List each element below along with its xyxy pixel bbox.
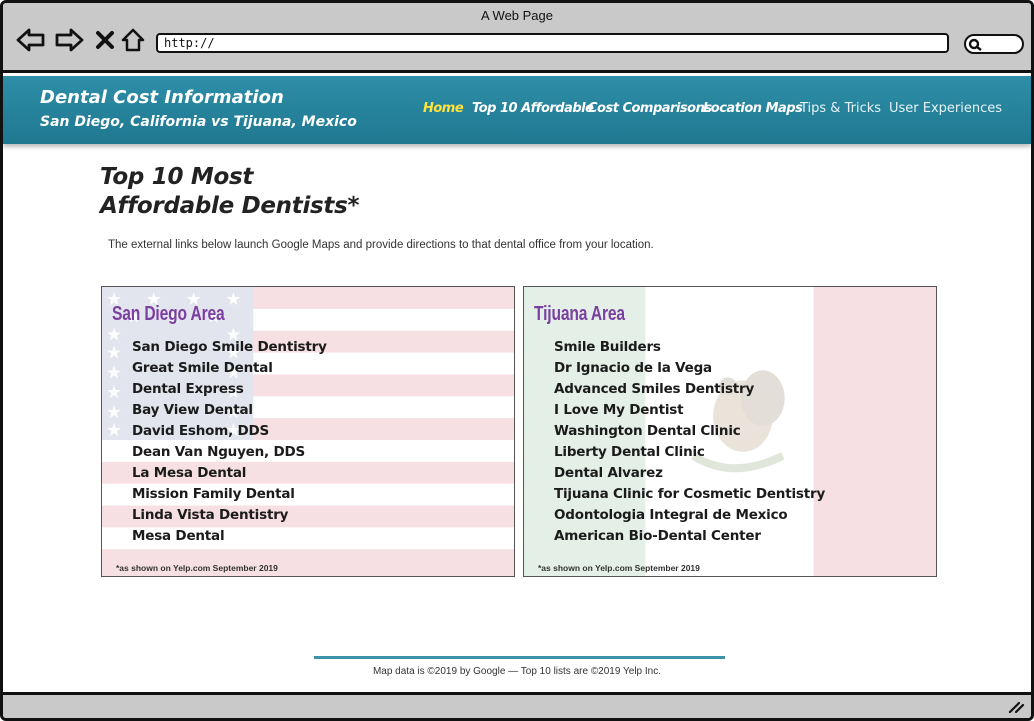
dentist-link[interactable]: Dental Express xyxy=(132,379,327,400)
san-diego-heading: San Diego Area xyxy=(112,303,225,325)
dentist-link[interactable]: David Eshom, DDS xyxy=(132,421,327,442)
close-x-icon[interactable] xyxy=(90,25,120,55)
browser-toolbar: A Web Page http:// xyxy=(3,3,1031,73)
yelp-note: *as shown on Yelp.com September 2019 xyxy=(538,563,700,573)
dentist-link[interactable]: San Diego Smile Dentistry xyxy=(132,337,327,358)
dentist-link[interactable]: Linda Vista Dentistry xyxy=(132,505,327,526)
browser-window: A Web Page http:// Dental Cost Informati… xyxy=(0,0,1034,721)
tijuana-panel: Tijuana Area Smile Builders Dr Ignacio d… xyxy=(523,286,937,577)
svg-text:★: ★ xyxy=(106,420,122,441)
svg-text:★: ★ xyxy=(106,382,122,403)
dentist-link[interactable]: Smile Builders xyxy=(554,337,825,358)
site-subtitle: San Diego, California vs Tijuana, Mexico xyxy=(40,114,357,130)
site-header: Dental Cost Information San Diego, Calif… xyxy=(3,76,1031,144)
dentist-link[interactable]: Advanced Smiles Dentistry xyxy=(554,379,825,400)
san-diego-panel: ★ ★ ★ ★ ★ ★ ★ ★ ★ ★ ★ ★ ★ ★ ★ ★ ★ ★ ★ San Diego Are… xyxy=(101,286,515,577)
window-title: A Web Page xyxy=(480,8,554,23)
page-title-line-1: Top 10 Most xyxy=(100,164,254,190)
dentist-link[interactable]: Liberty Dental Clinic xyxy=(554,442,825,463)
dentist-link[interactable]: Bay View Dental xyxy=(132,400,327,421)
search-field[interactable] xyxy=(964,34,1024,54)
home-icon[interactable] xyxy=(118,25,148,55)
nav-tips-tricks[interactable]: Tips & Tricks xyxy=(800,101,881,116)
dentist-link[interactable]: Mesa Dental xyxy=(132,526,327,547)
url-input[interactable]: http:// xyxy=(156,33,949,53)
dentist-link[interactable]: American Bio-Dental Center xyxy=(554,526,825,547)
search-icon xyxy=(968,38,982,51)
nav-top-10-affordable[interactable]: Top 10 Affordable xyxy=(472,101,594,116)
dentist-link[interactable]: I Love My Dentist xyxy=(554,400,825,421)
page-title-line-2: Affordable Dentists* xyxy=(100,193,360,219)
forward-arrow-icon[interactable] xyxy=(54,25,84,55)
dentist-link[interactable]: Dental Alvarez xyxy=(554,463,825,484)
dentist-link[interactable]: Dean Van Nguyen, DDS xyxy=(132,442,327,463)
site-title[interactable]: Dental Cost Information xyxy=(40,87,284,108)
nav-home[interactable]: Home xyxy=(423,101,464,116)
yelp-note: *as shown on Yelp.com September 2019 xyxy=(116,563,278,573)
intro-text: The external links below launch Google M… xyxy=(108,239,654,251)
footer-divider xyxy=(314,656,725,659)
dentist-link[interactable]: Washington Dental Clinic xyxy=(554,421,825,442)
footer-text: Map data is ©2019 by Google — Top 10 lis… xyxy=(372,666,662,677)
dentist-link[interactable]: La Mesa Dental xyxy=(132,463,327,484)
dentist-link[interactable]: Mission Family Dental xyxy=(132,484,327,505)
back-arrow-icon[interactable] xyxy=(16,25,46,55)
nav-user-experiences[interactable]: User Experiences xyxy=(889,101,1002,116)
browser-status-bar xyxy=(3,692,1031,718)
nav-cost-comparisons[interactable]: Cost Comparisons xyxy=(588,101,712,116)
dentist-link[interactable]: Dr Ignacio de la Vega xyxy=(554,358,825,379)
page-title: Top 10 Most Affordable Dentists* xyxy=(100,163,360,221)
dentist-link[interactable]: Odontologia Integral de Mexico xyxy=(554,505,825,526)
tijuana-heading: Tijuana Area xyxy=(534,303,625,325)
san-diego-list: San Diego Smile Dentistry Great Smile De… xyxy=(132,337,327,547)
dentist-link[interactable]: Great Smile Dental xyxy=(132,358,327,379)
svg-text:★: ★ xyxy=(106,362,122,383)
tijuana-list: Smile Builders Dr Ignacio de la Vega Adv… xyxy=(554,337,825,547)
svg-text:★: ★ xyxy=(225,289,241,310)
dentist-link[interactable]: Tijuana Clinic for Cosmetic Dentistry xyxy=(554,484,825,505)
nav-location-maps[interactable]: Location Maps xyxy=(703,101,803,116)
resize-grip-icon[interactable] xyxy=(1007,700,1025,714)
svg-text:★: ★ xyxy=(106,343,122,364)
